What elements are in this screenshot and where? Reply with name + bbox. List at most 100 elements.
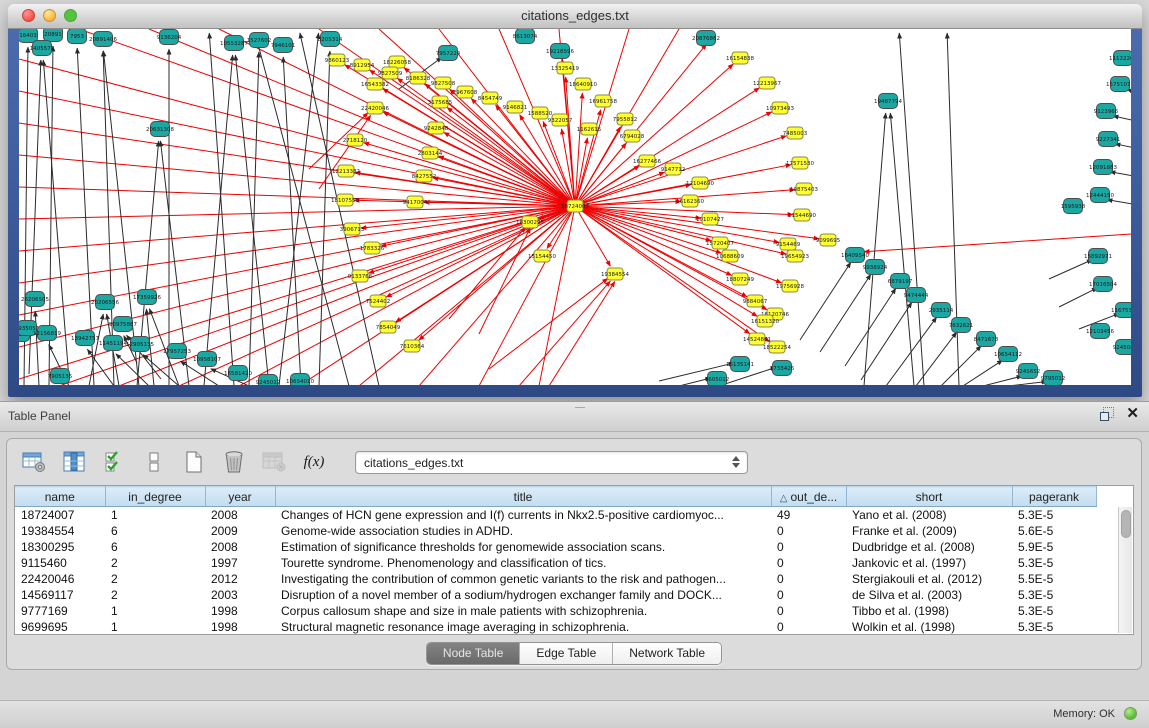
network-node[interactable]: 19654923 — [781, 250, 809, 262]
table-vertical-scrollbar[interactable] — [1118, 507, 1132, 633]
table-cell[interactable]: 1998 — [205, 603, 275, 619]
table-row[interactable]: 1456911722003Disruption of a novel membe… — [15, 587, 1110, 603]
network-node[interactable]: 8427552 — [412, 170, 437, 182]
table-cell[interactable]: 9699695 — [15, 619, 105, 635]
network-node[interactable]: 9136204 — [157, 30, 182, 45]
network-node[interactable]: 8205314 — [318, 32, 343, 47]
zoom-button[interactable] — [64, 9, 77, 22]
table-cell[interactable]: 1997 — [205, 555, 275, 571]
show-columns-icon[interactable] — [61, 449, 87, 475]
column-header-name[interactable]: name — [15, 487, 105, 507]
table-cell[interactable]: 5.3E-5 — [1012, 603, 1096, 619]
network-node[interactable]: 8471678 — [974, 332, 999, 347]
table-row[interactable]: 1872400712008Changes of HCN gene express… — [15, 507, 1110, 524]
network-node[interactable]: 15135141 — [726, 357, 754, 372]
table-cell[interactable]: 5.3E-5 — [1012, 507, 1096, 524]
table-cell[interactable]: 0 — [771, 523, 846, 539]
column-header-in-degree[interactable]: in_degree — [105, 487, 205, 507]
network-node[interactable]: 6794028 — [620, 130, 645, 142]
scrollbar-thumb[interactable] — [1121, 510, 1131, 538]
network-node[interactable]: 7632621 — [949, 318, 974, 333]
network-node[interactable]: 16961758 — [589, 95, 617, 107]
network-node[interactable]: 9827509 — [378, 67, 403, 79]
table-row[interactable]: 911546021997Tourette syndrome. Phenomeno… — [15, 555, 1110, 571]
table-cell[interactable]: 14569117 — [15, 587, 105, 603]
close-panel-icon[interactable]: ✕ — [1126, 407, 1139, 421]
network-node[interactable]: 7955812 — [613, 113, 638, 125]
table-cell[interactable]: 2009 — [205, 523, 275, 539]
table-cell[interactable]: Franke et al. (2009) — [846, 523, 1012, 539]
column-header-pagerank[interactable]: pagerank — [1012, 487, 1096, 507]
table-row[interactable]: 977716911998Corpus callosum shape and si… — [15, 603, 1110, 619]
minimize-button[interactable] — [43, 9, 56, 22]
network-node[interactable]: 8186328 — [406, 72, 431, 84]
table-cell[interactable]: Estimation of significance thresholds fo… — [275, 539, 771, 555]
table-cell[interactable]: 18300295 — [15, 539, 105, 555]
table-cell[interactable]: de Silva et al. (2003) — [846, 587, 1012, 603]
network-node[interactable]: 9860123 — [325, 54, 350, 66]
table-cell[interactable]: Tourette syndrome. Phenomenology and cla… — [275, 555, 771, 571]
network-node[interactable]: 19384554 — [601, 268, 629, 280]
table-cell[interactable]: 19384554 — [15, 523, 105, 539]
table-cell[interactable]: 1 — [105, 619, 205, 635]
network-node[interactable]: 20876862 — [692, 31, 720, 46]
table-cell[interactable]: 5.5E-5 — [1012, 571, 1096, 587]
network-node[interactable]: 8613074 — [513, 29, 538, 44]
network-node[interactable]: 9245012 — [256, 375, 281, 386]
new-table-icon[interactable] — [181, 449, 207, 475]
table-cell[interactable]: 0 — [771, 571, 846, 587]
network-node[interactable]: 20206556 — [91, 295, 119, 310]
table-cell[interactable]: 0 — [771, 603, 846, 619]
table-cell[interactable]: 5.6E-5 — [1012, 523, 1096, 539]
network-node[interactable]: 12104690 — [686, 177, 714, 189]
table-cell[interactable]: 6 — [105, 539, 205, 555]
network-node[interactable]: 9417004 — [403, 196, 428, 208]
network-node[interactable]: 7957224 — [436, 46, 461, 61]
network-node[interactable]: 11122204 — [1109, 51, 1131, 66]
table-cell[interactable]: 2008 — [205, 507, 275, 524]
network-node[interactable]: 18640910 — [569, 78, 597, 90]
network-node[interactable]: 19875403 — [790, 183, 818, 195]
network-node[interactable]: 7953 — [68, 29, 87, 44]
network-node[interactable]: 9147712 — [661, 163, 686, 175]
network-node[interactable]: 16154838 — [726, 52, 754, 64]
network-node[interactable]: 19218596 — [546, 44, 574, 59]
table-cell[interactable]: Jankovic et al. (1997) — [846, 555, 1012, 571]
network-node[interactable]: 9605012 — [705, 372, 730, 386]
table-cell[interactable]: 6 — [105, 523, 205, 539]
network-node[interactable]: 19487794 — [874, 94, 902, 109]
table-cell[interactable]: 1 — [105, 603, 205, 619]
table-cell[interactable]: Structural magnetic resonance image aver… — [275, 619, 771, 635]
network-node[interactable]: 10654010 — [286, 374, 314, 386]
network-node[interactable]: 20891 — [44, 29, 63, 42]
network-node[interactable]: 15720407 — [706, 237, 734, 249]
table-cell[interactable]: 18724007 — [15, 507, 105, 524]
tab-node-table[interactable]: Node Table — [427, 643, 521, 664]
network-node[interactable]: 9146821 — [503, 101, 528, 113]
deselect-all-icon[interactable] — [141, 449, 167, 475]
table-cell[interactable]: 2008 — [205, 539, 275, 555]
network-node[interactable]: 7610364 — [400, 340, 425, 352]
table-cell[interactable]: Genome-wide association studies in ADHD. — [275, 523, 771, 539]
network-node[interactable]: 12103456 — [1086, 324, 1114, 339]
table-cell[interactable]: Wolkin et al. (1998) — [846, 619, 1012, 635]
table-cell[interactable]: 9115460 — [15, 555, 105, 571]
network-node[interactable]: 10654112 — [994, 347, 1022, 362]
network-node[interactable]: 20631308 — [146, 122, 174, 137]
network-node[interactable]: 7905135 — [48, 369, 73, 384]
table-cell[interactable]: 1998 — [205, 619, 275, 635]
network-node[interactable]: 6879197 — [888, 274, 913, 289]
network-node[interactable]: 10958107 — [193, 352, 221, 367]
network-node[interactable]: 16581420 — [224, 366, 252, 381]
table-cell[interactable]: 5.3E-5 — [1012, 619, 1096, 635]
network-node[interactable]: 12213382 — [332, 165, 360, 177]
table-cell[interactable]: 0 — [771, 587, 846, 603]
network-node[interactable]: 9154469 — [776, 238, 801, 250]
column-header-title[interactable]: title — [275, 487, 771, 507]
network-node[interactable]: 11451194 — [99, 336, 127, 351]
function-builder-icon[interactable]: f(x) — [301, 449, 327, 475]
network-node[interactable]: 8912954 — [350, 59, 375, 71]
table-row[interactable]: 2242004622012Investigating the contribut… — [15, 571, 1110, 587]
table-cell[interactable]: Investigating the contribution of common… — [275, 571, 771, 587]
network-node[interactable]: 7946101 — [271, 38, 296, 53]
